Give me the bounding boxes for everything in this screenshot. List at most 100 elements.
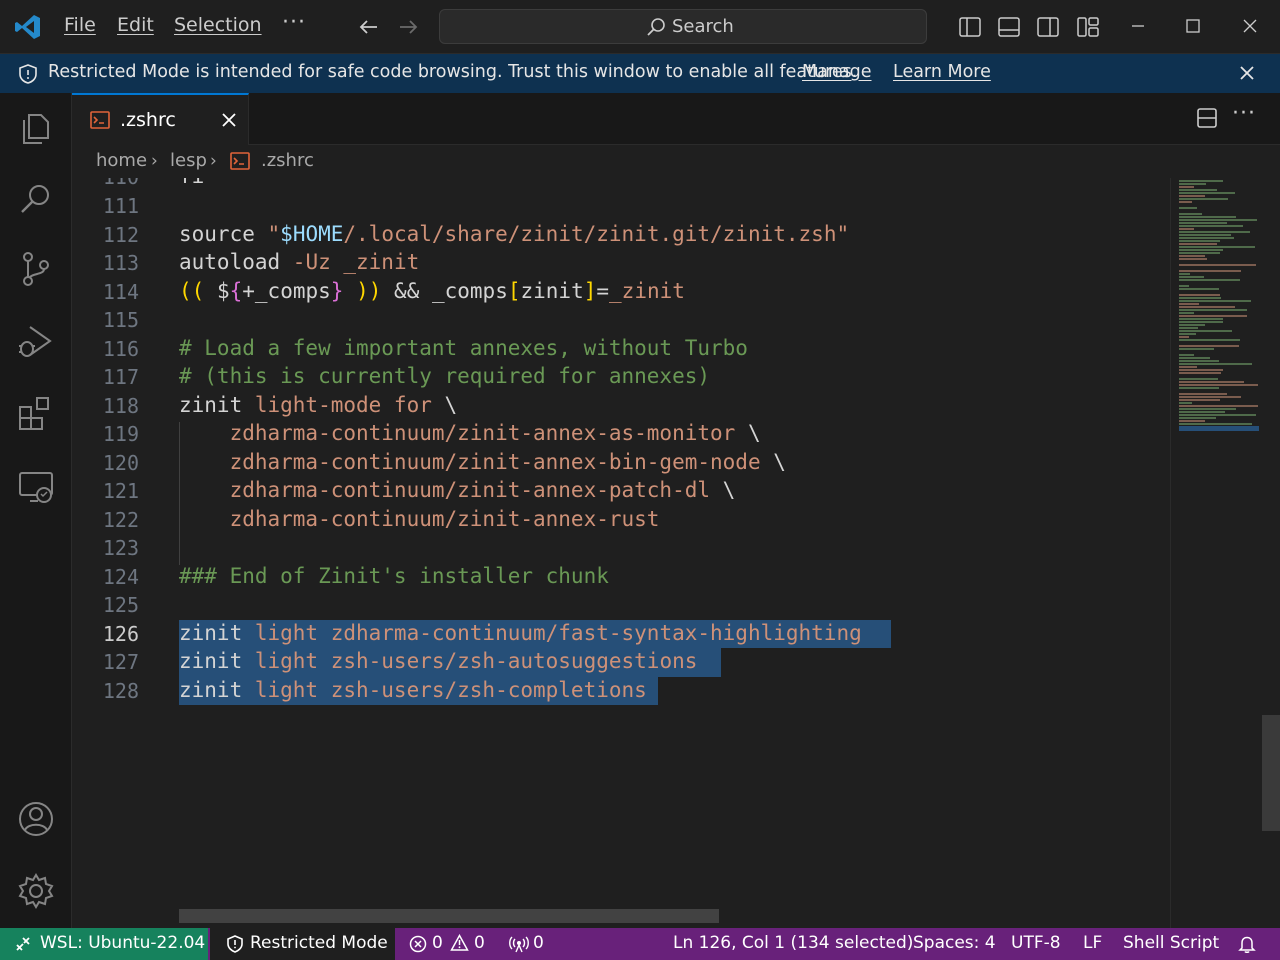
minimap[interactable] <box>1170 178 1262 928</box>
breadcrumb-lesp[interactable]: lesp <box>170 150 207 171</box>
more-actions-button[interactable]: ··· <box>1232 101 1256 126</box>
code-line[interactable]: 125 <box>72 591 1170 620</box>
close-window-icon[interactable] <box>1238 14 1262 38</box>
minimap-line <box>1179 285 1189 287</box>
toggle-primary-sidebar-icon[interactable] <box>958 15 982 39</box>
explorer-icon[interactable] <box>16 107 56 147</box>
search-icon[interactable] <box>16 179 56 219</box>
minimap-line <box>1179 420 1205 422</box>
forward-arrow-icon[interactable] <box>395 14 421 40</box>
minimap-line <box>1179 216 1236 218</box>
minimap-line <box>1179 276 1204 278</box>
minimap-line <box>1179 249 1223 251</box>
end-of-line[interactable]: LF <box>1083 933 1102 953</box>
menu-edit[interactable]: Edit <box>117 14 154 36</box>
minimap-line <box>1179 246 1255 248</box>
terminal-file-icon <box>90 111 110 129</box>
code-line-selected[interactable]: 126 zinit light zdharma-continuum/fast-s… <box>72 619 1170 648</box>
minimap-line <box>1179 192 1235 194</box>
code-line[interactable]: 123 <box>72 534 1170 563</box>
minimap-line <box>1179 243 1217 245</box>
code-line[interactable]: 124 ### End of Zinit's installer chunk <box>72 563 1170 592</box>
remote-icon <box>16 937 30 951</box>
menu-selection[interactable]: Selection <box>174 14 262 36</box>
code-line[interactable]: 121 zdharma-continuum/zinit-annex-patch-… <box>72 477 1170 506</box>
minimap-line <box>1179 381 1244 383</box>
code-line[interactable]: 111 <box>72 192 1170 221</box>
ports-count: 0 <box>533 933 544 953</box>
customize-layout-icon[interactable] <box>1076 15 1100 39</box>
remote-indicator[interactable]: WSL: Ubuntu-22.04 <box>0 928 208 960</box>
accounts-icon[interactable] <box>16 799 56 839</box>
extensions-icon[interactable] <box>16 393 56 433</box>
minimap-line <box>1179 423 1252 425</box>
code-line[interactable]: 113 autoload -Uz _zinit <box>72 249 1170 278</box>
split-editor-icon[interactable] <box>1196 107 1218 129</box>
minimap-line <box>1179 240 1220 242</box>
cursor-position[interactable]: Ln 126, Col 1 (134 selected) <box>673 933 913 953</box>
minimap-line <box>1179 396 1241 398</box>
breadcrumb-file[interactable]: .zshrc <box>261 150 314 171</box>
manage-link[interactable]: Manage <box>802 62 872 82</box>
minimap-line <box>1179 357 1210 359</box>
minimap-line <box>1179 234 1231 236</box>
code-line[interactable]: 122 zdharma-continuum/zinit-annex-rust <box>72 506 1170 535</box>
code-line-selected[interactable]: 128 zinit light zsh-users/zsh-completion… <box>72 676 1170 705</box>
minimap-line <box>1179 417 1216 419</box>
minimap-line <box>1179 354 1194 356</box>
minimap-line <box>1179 360 1219 362</box>
horizontal-scrollbar[interactable] <box>179 909 719 923</box>
indentation[interactable]: Spaces: 4 <box>913 933 996 953</box>
close-icon[interactable] <box>1236 62 1258 84</box>
minimap-line <box>1179 414 1256 416</box>
code-line[interactable]: 118 zinit light-mode for \ <box>72 392 1170 421</box>
toggle-panel-icon[interactable] <box>997 15 1021 39</box>
vertical-scrollbar[interactable] <box>1262 178 1280 928</box>
remote-explorer-icon[interactable] <box>16 467 56 507</box>
learn-more-link[interactable]: Learn More <box>893 62 991 82</box>
code-line-selected[interactable]: 127 zinit light zsh-users/zsh-autosugges… <box>72 648 1170 677</box>
search-icon <box>647 17 665 36</box>
language-mode[interactable]: Shell Script <box>1123 933 1219 953</box>
source-control-icon[interactable] <box>16 249 56 289</box>
line-118-code: zinit light-mode for \ <box>179 392 458 417</box>
back-arrow-icon[interactable] <box>356 14 382 40</box>
code-line[interactable]: 115 <box>72 306 1170 335</box>
tab-zshrc[interactable]: .zshrc <box>72 93 249 145</box>
code-line[interactable]: 110 fi <box>72 178 1170 192</box>
line-113-code: autoload -Uz _zinit <box>179 250 420 274</box>
menu-more-button[interactable]: ··· <box>282 10 306 35</box>
error-icon <box>409 935 427 953</box>
code-line[interactable]: 119 zdharma-continuum/zinit-annex-as-mon… <box>72 420 1170 449</box>
minimap-line <box>1179 369 1223 371</box>
notifications-bell-icon[interactable] <box>1237 934 1257 954</box>
minimize-window-icon[interactable] <box>1126 14 1150 38</box>
code-line[interactable]: 120 zdharma-continuum/zinit-annex-bin-ge… <box>72 449 1170 478</box>
scrollbar-thumb[interactable] <box>1262 715 1280 831</box>
code-editor[interactable]: 110 fi 111 112 source "$HOME/.local/shar… <box>72 178 1170 928</box>
minimap-line <box>1179 186 1194 188</box>
minimap-line <box>1179 309 1247 311</box>
code-line[interactable]: 116 # Load a few important annexes, with… <box>72 335 1170 364</box>
settings-gear-icon[interactable] <box>16 871 56 911</box>
toggle-secondary-sidebar-icon[interactable] <box>1036 15 1060 39</box>
minimap-line <box>1179 273 1190 275</box>
restricted-mode-indicator[interactable]: Restricted Mode <box>210 928 395 960</box>
encoding[interactable]: UTF-8 <box>1011 933 1061 953</box>
minimap-selection <box>1179 426 1259 431</box>
menu-file[interactable]: File <box>64 14 96 36</box>
close-tab-icon[interactable] <box>220 111 238 129</box>
shield-icon <box>19 64 37 84</box>
code-line[interactable]: 117 # (this is currently required for an… <box>72 363 1170 392</box>
breadcrumb-home[interactable]: home <box>96 150 147 171</box>
run-and-debug-icon[interactable] <box>16 321 56 361</box>
minimap-line <box>1179 411 1225 413</box>
maximize-window-icon[interactable] <box>1181 14 1205 38</box>
code-line[interactable]: 114 (( ${+_comps} )) && _comps[zinit]=_z… <box>72 278 1170 307</box>
code-line[interactable]: 112 source "$HOME/.local/share/zinit/zin… <box>72 221 1170 250</box>
minimap-line <box>1179 306 1235 308</box>
line-126-code: zinit light zdharma-continuum/fast-synta… <box>179 620 862 645</box>
line-119-code: zdharma-continuum/zinit-annex-as-monitor… <box>179 421 761 445</box>
minimap-line <box>1179 372 1221 374</box>
command-center-search[interactable]: Search <box>439 9 927 44</box>
